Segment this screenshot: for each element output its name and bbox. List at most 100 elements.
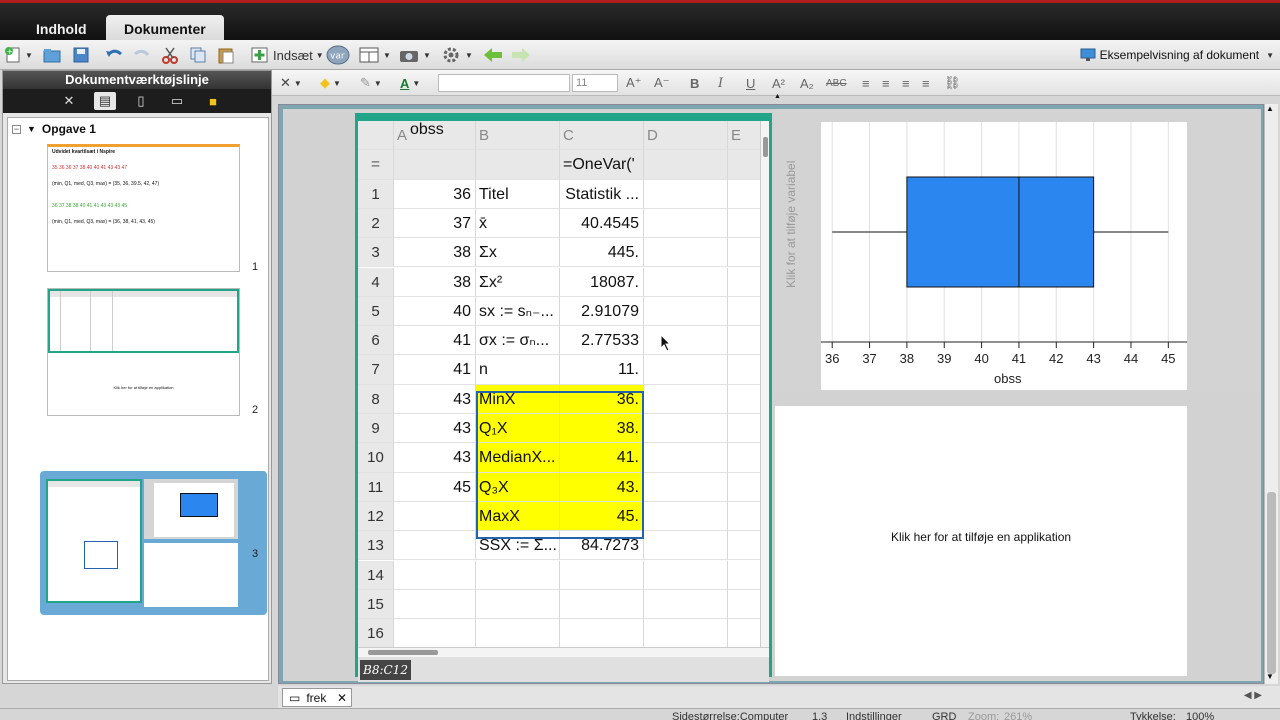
cell-b6[interactable]: σx := σₙ... [476, 326, 560, 356]
copy-button[interactable] [188, 43, 208, 67]
save-button[interactable] [72, 43, 90, 67]
cell-d13[interactable] [644, 531, 728, 561]
line-color-button[interactable]: ✎ ▼ [360, 74, 382, 92]
cell-d6[interactable] [644, 326, 728, 356]
page-sorter-icon[interactable]: ▤ [94, 92, 116, 110]
formula-cell-a[interactable] [394, 150, 476, 180]
tab-indhold[interactable]: Indhold [18, 15, 105, 43]
cell-b3[interactable]: Σx [476, 238, 560, 268]
cell-b15[interactable] [476, 589, 560, 620]
cell-a2[interactable]: 37 [394, 208, 476, 239]
page-thumbnail-2[interactable]: Klik her for at tilføje en applikation [47, 288, 240, 416]
align-left-button[interactable]: ≡ [862, 74, 870, 92]
formula-cell-c[interactable]: =OneVar(' [560, 150, 644, 180]
formula-cell-d[interactable] [644, 150, 728, 180]
row-number[interactable]: 2 [358, 208, 394, 239]
cell-a15[interactable] [394, 589, 476, 620]
spreadsheet-app[interactable]: A B C D Eobss = =OneVar(' 1 36 Titel Statistik ...… [355, 113, 772, 682]
row-number[interactable]: 15 [358, 589, 394, 620]
cell-a3[interactable]: 38 [394, 238, 476, 268]
cell-b1[interactable]: Titel [476, 179, 560, 209]
sheet-horizontal-scrollbar[interactable] [358, 647, 769, 657]
tab-dokumenter[interactable]: Dokumenter [106, 15, 224, 43]
justify-button[interactable]: ≡ [922, 74, 930, 92]
cell-a12[interactable] [394, 501, 476, 532]
previous-page-button[interactable] [482, 43, 504, 67]
cell-d14[interactable] [644, 560, 728, 590]
variables-button[interactable]: var [326, 43, 350, 67]
font-size-select[interactable]: 11 [572, 74, 618, 92]
link-button[interactable]: ⛓ [944, 74, 961, 92]
cell-c2[interactable]: 40.4545 [560, 208, 644, 239]
status-thickness-value[interactable]: 100% [1186, 711, 1214, 720]
row-number[interactable]: 5 [358, 296, 394, 327]
cell-a11[interactable]: 45 [394, 472, 476, 502]
cell-c6[interactable]: 2.77533 [560, 326, 644, 356]
row-number[interactable]: 1 [358, 179, 394, 209]
row-number[interactable]: 12 [358, 501, 394, 532]
column-header-b[interactable]: B [476, 121, 560, 151]
text-color-button[interactable]: A ▼ [400, 74, 420, 92]
tools-menu-button[interactable]: ✕ ▼ [280, 74, 302, 92]
insert-menu-button[interactable]: Indsæt ▼ [250, 43, 324, 67]
cell-b5[interactable]: sx := sₙ₋... [476, 296, 560, 327]
row-number[interactable]: 9 [358, 414, 394, 444]
fill-color-button[interactable]: ◆ ▼ [320, 74, 341, 92]
cell-d7[interactable] [644, 355, 728, 385]
folder-icon[interactable]: ■ [202, 92, 224, 110]
cell-a6[interactable]: 41 [394, 326, 476, 356]
add-y-variable-hint[interactable]: Klik for at tilføje variabel [784, 161, 798, 288]
scroll-down-icon[interactable]: ▼ [1266, 672, 1274, 681]
cell-c3[interactable]: 445. [560, 238, 644, 268]
problem-header[interactable]: − ▼ Opgave 1 [12, 122, 96, 136]
strikethrough-button[interactable]: ABC [826, 74, 847, 92]
empty-application-pane[interactable]: Klik her for at tilføje en applikation [775, 406, 1187, 676]
cell-a10[interactable]: 43 [394, 443, 476, 473]
row-number[interactable]: 7 [358, 355, 394, 385]
increase-font-button[interactable]: A⁺ [626, 74, 642, 92]
align-center-button[interactable]: ≡ [882, 74, 890, 92]
next-page-button[interactable] [510, 43, 532, 67]
cell-d16[interactable] [644, 619, 728, 647]
column-a-name[interactable]: obss [410, 121, 444, 139]
handheld-icon[interactable]: ▯ [130, 92, 152, 110]
sheet-vertical-scrollbar[interactable] [760, 121, 769, 647]
subscript-button[interactable]: A₂ [800, 74, 814, 92]
align-right-button[interactable]: ≡ [902, 74, 910, 92]
cell-a9[interactable]: 43 [394, 414, 476, 444]
status-angle-mode[interactable]: GRD [932, 711, 956, 720]
row-number[interactable]: 11 [358, 472, 394, 502]
status-settings[interactable]: Indstillinger [846, 711, 902, 720]
cell-b7[interactable]: n [476, 355, 560, 385]
underline-button[interactable]: U [746, 74, 755, 92]
undo-button[interactable] [104, 43, 124, 67]
workspace-scrollbar[interactable]: ▲ ▼ [1264, 104, 1278, 684]
close-icon[interactable]: ✕ [337, 691, 347, 705]
decrease-font-button[interactable]: A⁻ [654, 74, 670, 92]
cell-c15[interactable] [560, 589, 644, 620]
cell-b4[interactable]: Σx² [476, 267, 560, 297]
cell-d15[interactable] [644, 589, 728, 620]
tab-scroll-icons[interactable]: ◀ ▶ [1244, 690, 1262, 701]
cell-d4[interactable] [644, 267, 728, 297]
cell-d1[interactable] [644, 179, 728, 209]
superscript-button[interactable]: A² [772, 74, 785, 92]
bold-button[interactable]: B [690, 74, 699, 92]
document-preview-button[interactable]: Eksempelvisning af dokument ▼ [1080, 45, 1274, 65]
status-zoom-value[interactable]: 261% [1004, 711, 1032, 720]
cell-c5[interactable]: 2.91079 [560, 296, 644, 327]
page-layout-button[interactable]: ▼ [358, 43, 391, 67]
column-header-c[interactable]: C [560, 121, 644, 151]
cell-d8[interactable] [644, 384, 728, 414]
cell-b16[interactable] [476, 619, 560, 647]
row-number[interactable]: 14 [358, 560, 394, 590]
cell-a7[interactable]: 41 [394, 355, 476, 385]
cell-d3[interactable] [644, 238, 728, 268]
row-number[interactable]: 16 [358, 619, 394, 647]
cell-d5[interactable] [644, 296, 728, 327]
cell-b14[interactable] [476, 560, 560, 590]
sheet-vertical-thumb[interactable] [763, 137, 768, 157]
cut-button[interactable] [160, 43, 180, 67]
cell-a5[interactable]: 40 [394, 296, 476, 327]
workspace-scroll-thumb[interactable] [1267, 492, 1276, 674]
